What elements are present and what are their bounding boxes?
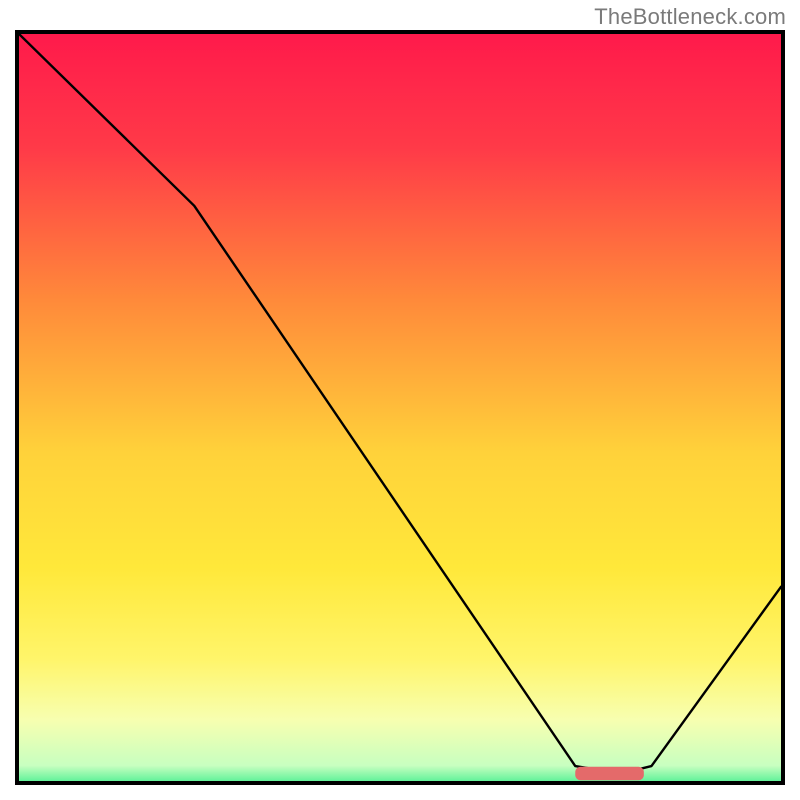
chart-container: TheBottleneck.com (0, 0, 800, 800)
bottleneck-curve (19, 34, 781, 774)
plot-frame (15, 30, 785, 785)
watermark-text: TheBottleneck.com (594, 4, 786, 30)
chart-svg (19, 34, 781, 781)
optimal-marker (575, 767, 644, 780)
